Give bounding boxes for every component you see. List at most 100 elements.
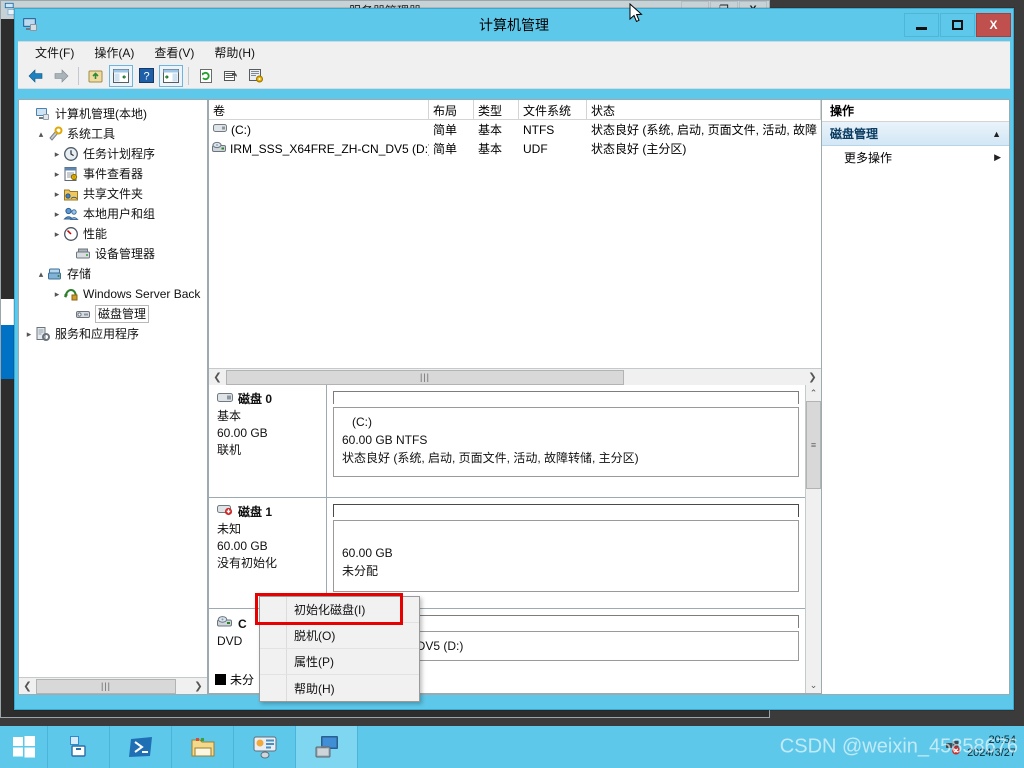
close-button[interactable]: X	[976, 13, 1011, 37]
table-row[interactable]: IRM_SSS_X64FRE_ZH-CN_DV5 (D:) 简单 基本 UDF …	[209, 139, 821, 158]
tree-label-4: 共享文件夹	[83, 187, 144, 201]
tree-item-storage[interactable]: ▴ 存储	[21, 264, 207, 284]
volume-horizontal-scrollbar[interactable]: ❮ ||| ❯	[208, 368, 821, 385]
expander-4[interactable]: ▸	[51, 189, 63, 200]
computer-management-titlebar[interactable]: 计算机管理 X	[15, 9, 1013, 41]
network-error-icon[interactable]	[945, 739, 961, 755]
powershell-taskbar-icon[interactable]	[110, 726, 172, 768]
up-folder-icon[interactable]	[84, 65, 108, 87]
column-header-volume[interactable]: 卷	[209, 100, 429, 119]
expander-6[interactable]: ▸	[51, 229, 63, 240]
tree-item-local-users-groups[interactable]: ▸ 本地用户和组	[21, 204, 207, 224]
clock-date: 2024/3/27	[967, 747, 1016, 759]
disk-row-1[interactable]: 磁盘 1 未知 60.00 GB 没有初始化 60.00 GB 未分配	[208, 498, 805, 609]
menu-help[interactable]: 帮助(H)	[205, 42, 264, 63]
computer-management-taskbar-icon[interactable]	[296, 726, 358, 768]
maximize-button[interactable]	[940, 13, 975, 37]
properties-icon[interactable]	[244, 65, 268, 87]
start-button[interactable]	[0, 726, 48, 768]
tree-scroll-track[interactable]: |||	[36, 678, 190, 694]
volume-list[interactable]: 卷 布局 类型 文件系统 状态 (C:) 简单 基本 NTFS 状态良好 (系统…	[207, 100, 822, 385]
taskbar-clock[interactable]: 20:54 2024/3/27	[967, 734, 1016, 760]
tree-item-event-viewer[interactable]: ▸ ! 事件查看器	[21, 164, 207, 184]
graph-scroll-up-arrow[interactable]: ⌃	[806, 385, 821, 401]
action-item-more-actions[interactable]: 更多操作 ▶	[822, 146, 1009, 168]
back-icon[interactable]	[24, 65, 48, 87]
show-action-pane-icon[interactable]	[159, 64, 183, 87]
export-list-icon[interactable]	[219, 65, 243, 87]
column-header-type[interactable]: 类型	[474, 100, 519, 119]
expander-11[interactable]: ▸	[23, 329, 35, 340]
file-explorer-taskbar-icon[interactable]	[172, 726, 234, 768]
expander-1[interactable]: ▴	[35, 129, 47, 140]
minimize-button[interactable]	[904, 13, 939, 37]
context-menu-item-properties[interactable]: 属性(P)	[260, 649, 419, 675]
disk-row-0[interactable]: 磁盘 0 基本 60.00 GB 联机 (C:) 60.00 GB NTFS 状…	[208, 385, 805, 498]
volume-scroll-right-arrow[interactable]: ❯	[804, 370, 821, 385]
tree-item-performance[interactable]: ▸ 性能	[21, 224, 207, 244]
taskbar[interactable]: 20:54 2024/3/27 CSDN @weixin_45858676	[0, 726, 1024, 768]
volume-scroll-left-arrow[interactable]: ❮	[209, 370, 226, 385]
partition-c[interactable]: (C:) 60.00 GB NTFS 状态良好 (系统, 启动, 页面文件, 活…	[332, 407, 799, 477]
partition-label-0: (C:)	[351, 415, 372, 429]
tree-item-services-applications[interactable]: ▸ 服务和应用程序	[21, 324, 207, 344]
tree-horizontal-scrollbar[interactable]: ❮ ||| ❯	[19, 677, 207, 694]
sidebar-item-disk-management[interactable]: 磁盘管理	[21, 304, 207, 324]
actions-group-disk-management[interactable]: 磁盘管理 ▲	[822, 122, 1009, 146]
disk-context-menu[interactable]: 初始化磁盘(I) 脱机(O) 属性(P) 帮助(H)	[255, 593, 420, 702]
context-menu-item-initialize-disk[interactable]: 初始化磁盘(I)	[255, 593, 419, 625]
tree-scroll-right-arrow[interactable]: ❯	[190, 679, 207, 694]
partition-body-1: 60.00 GB 未分配	[334, 521, 798, 585]
expander-8[interactable]: ▴	[35, 269, 47, 280]
expander-5[interactable]: ▸	[51, 209, 63, 220]
tree-item-device-manager[interactable]: 设备管理器	[21, 244, 207, 264]
context-menu-item-offline[interactable]: 脱机(O)	[260, 623, 419, 649]
chevron-up-icon[interactable]: ▲	[992, 129, 1001, 139]
column-header-layout[interactable]: 布局	[429, 100, 474, 119]
control-panel-taskbar-icon[interactable]	[234, 726, 296, 768]
disk-error-icon	[216, 504, 233, 521]
toolbar[interactable]: ?	[18, 63, 1010, 89]
chevron-right-icon[interactable]: ▶	[994, 152, 1001, 163]
graphical-view-vertical-scrollbar[interactable]: ⌃ ≡ ⌄	[805, 385, 821, 693]
refresh-icon[interactable]	[194, 65, 218, 87]
menu-action[interactable]: 操作(A)	[85, 42, 143, 63]
tree-item-shared-folders[interactable]: ▸ 共享文件夹	[21, 184, 207, 204]
expander-9[interactable]: ▸	[51, 289, 63, 300]
graph-scroll-thumb[interactable]: ≡	[806, 401, 821, 489]
forward-icon[interactable]	[49, 65, 73, 87]
navigation-tree-pane[interactable]: 计算机管理(本地) ▴ 系统工具 ▸ 任务计划程序 ▸ ! 事件查看器 ▸ 共享…	[18, 99, 208, 695]
disk-info-0[interactable]: 磁盘 0 基本 60.00 GB 联机	[208, 385, 327, 497]
computer-management-window[interactable]: 计算机管理 X 文件(F) 操作(A) 查看(V) 帮助(H) ? 计算机管理(…	[14, 8, 1014, 710]
expander-3[interactable]: ▸	[51, 169, 63, 180]
server-manager-taskbar-icon[interactable]	[48, 726, 110, 768]
disk-info-1[interactable]: 磁盘 1 未知 60.00 GB 没有初始化	[208, 498, 327, 608]
tree-item-task-scheduler[interactable]: ▸ 任务计划程序	[21, 144, 207, 164]
tree-scroll-thumb[interactable]: |||	[36, 678, 176, 694]
partition-unallocated[interactable]: 60.00 GB 未分配	[332, 520, 799, 592]
column-header-filesystem[interactable]: 文件系统	[519, 100, 587, 119]
tree-item-system-tools[interactable]: ▴ 系统工具	[21, 124, 207, 144]
expander-2[interactable]: ▸	[51, 149, 63, 160]
volume-scroll-track[interactable]: |||	[225, 369, 804, 385]
menu-file[interactable]: 文件(F)	[26, 42, 83, 63]
graph-scroll-track[interactable]: ≡	[806, 401, 821, 677]
context-menu-item-help[interactable]: 帮助(H)	[260, 675, 419, 701]
volume-scroll-thumb[interactable]: |||	[225, 369, 624, 385]
help-icon[interactable]: ?	[134, 65, 158, 87]
graph-scroll-down-arrow[interactable]: ⌄	[806, 677, 821, 693]
system-tray[interactable]: 20:54 2024/3/27 CSDN @weixin_45858676	[780, 726, 1024, 768]
actions-pane[interactable]: 操作 磁盘管理 ▲ 更多操作 ▶	[822, 99, 1010, 695]
show-hide-tree-icon[interactable]	[109, 64, 133, 87]
table-row[interactable]: (C:) 简单 基本 NTFS 状态良好 (系统, 启动, 页面文件, 活动, …	[209, 120, 821, 139]
menu-view[interactable]: 查看(V)	[145, 42, 203, 63]
tree-scroll-left-arrow[interactable]: ❮	[19, 679, 36, 694]
volume-list-header[interactable]: 卷 布局 类型 文件系统 状态	[208, 100, 821, 120]
tree-item-windows-server-backup[interactable]: ▸ Windows Server Back	[21, 284, 207, 304]
windows-logo-icon	[12, 736, 35, 758]
column-header-status[interactable]: 状态	[587, 100, 821, 119]
tree-item-computer-management[interactable]: 计算机管理(本地)	[21, 104, 207, 124]
taskbar-spacer	[358, 726, 945, 768]
window-controls[interactable]: X	[903, 13, 1011, 37]
menu-bar[interactable]: 文件(F) 操作(A) 查看(V) 帮助(H)	[18, 41, 1010, 63]
